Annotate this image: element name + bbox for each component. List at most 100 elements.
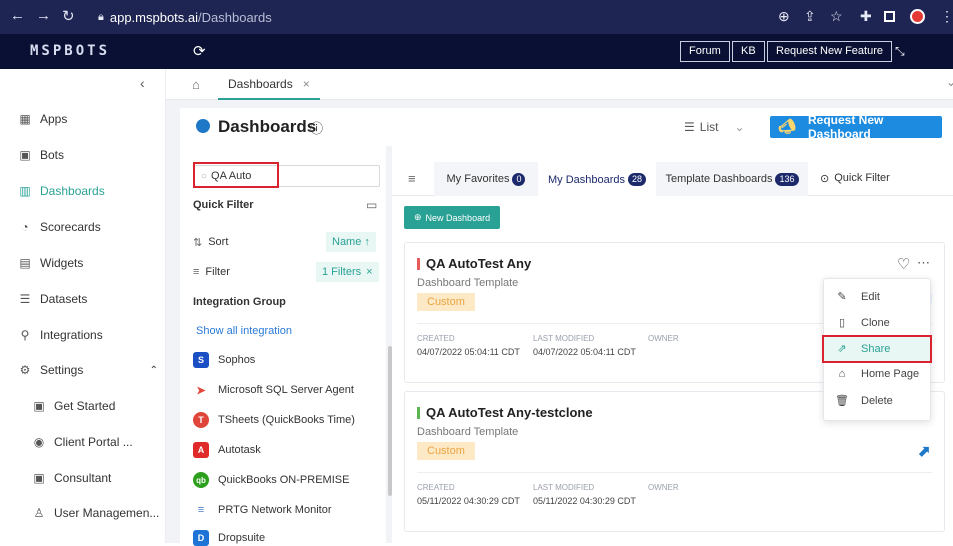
card-tag: Custom	[417, 293, 475, 311]
modified-label: LAST MODIFIED	[533, 334, 595, 343]
sidebar-item-settings[interactable]: ⚙ Settings ⌃	[18, 363, 158, 377]
tab-label: Dashboards	[228, 76, 293, 91]
sidebar-item-client-portal[interactable]: ◉ Client Portal ...	[32, 435, 133, 449]
sophos-icon: S	[193, 352, 209, 368]
user-management-icon: ♙	[33, 506, 45, 520]
forward-icon[interactable]: →	[36, 7, 51, 24]
profile-avatar[interactable]	[910, 9, 925, 24]
sidebar-item-get-started[interactable]: ▣ Get Started	[32, 399, 115, 413]
window-icon[interactable]	[884, 11, 895, 22]
quick-filter-label: Quick Filter	[834, 172, 890, 184]
chevron-down-icon: ⌄	[734, 120, 745, 134]
share-highlight-box	[822, 335, 932, 363]
dropsuite-icon: D	[193, 530, 209, 546]
integration-item-tsheets[interactable]: T TSheets (QuickBooks Time)	[193, 412, 355, 428]
sidebar-item-user-management[interactable]: ♙ User Managemen...	[32, 506, 160, 520]
collapse-icon[interactable]: ‹	[140, 75, 145, 91]
sync-icon[interactable]: ⟳	[193, 42, 206, 60]
sidebar-item-apps[interactable]: ▦ Apps	[18, 112, 67, 126]
scorecards-icon: ◔	[21, 220, 29, 234]
integration-item-dropsuite[interactable]: D Dropsuite	[193, 530, 265, 546]
help-icon[interactable]: ⓘ	[310, 118, 323, 137]
quick-filter-icon: ⊙	[820, 173, 830, 185]
created-value: 05/11/2022 04:30:29 CDT	[417, 496, 520, 506]
bookmark-star-icon[interactable]: ☆	[830, 8, 843, 25]
pencil-icon: ✎	[837, 291, 847, 303]
show-all-integration-link[interactable]: Show all integration	[196, 325, 292, 337]
menu-item-home-page[interactable]: ⌂ Home Page	[835, 368, 919, 380]
clear-filter-icon[interactable]: ×	[366, 262, 372, 282]
menu-label: Home Page	[861, 368, 920, 380]
request-new-dashboard-button[interactable]: 📣︎ Request New Dashboard	[770, 113, 942, 141]
new-dashboard-button[interactable]: ⊕ New Dashboard	[404, 206, 501, 229]
integration-item-sophos[interactable]: S Sophos	[193, 352, 255, 368]
integration-item-quickbooks[interactable]: qb QuickBooks ON-PREMISE	[193, 472, 349, 488]
tab-label: Template Dashboards	[665, 173, 773, 185]
chevron-up-icon: ⌃	[149, 364, 158, 376]
integration-name: PRTG Network Monitor	[218, 504, 332, 516]
sidebar-item-bots[interactable]: ▣ Bots	[18, 148, 64, 162]
database-icon	[196, 119, 210, 133]
integration-item-prtg[interactable]: ≡ PRTG Network Monitor	[193, 502, 332, 518]
heart-icon[interactable]: ♡	[897, 255, 910, 273]
menu-label: Clone	[861, 316, 890, 329]
address-bar[interactable]: 🔒︎ app.mspbots.ai/Dashboards	[88, 5, 818, 29]
integration-item-mssql[interactable]: ➤ Microsoft SQL Server Agent	[193, 382, 354, 398]
close-icon[interactable]: ×	[303, 77, 310, 91]
plus-icon: ⊕	[414, 212, 422, 222]
sidebar-item-dashboards[interactable]: ▥ Dashboards	[18, 184, 104, 198]
quick-filter-title: Quick Filter	[193, 199, 254, 211]
more-options-icon[interactable]: ⋯	[917, 255, 930, 271]
integration-item-autotask[interactable]: A Autotask	[193, 442, 261, 458]
sidebar-item-label: Apps	[40, 112, 68, 126]
integration-name: TSheets (QuickBooks Time)	[218, 414, 355, 426]
home-icon[interactable]: ⌂	[192, 77, 200, 92]
sidebar-item-consultant[interactable]: ▣ Consultant	[32, 471, 111, 485]
integration-name: Sophos	[218, 354, 256, 366]
sidebar-item-datasets[interactable]: ☰ Datasets	[18, 292, 88, 306]
card-title[interactable]: QA AutoTest Any-testclone	[426, 405, 593, 420]
quickbooks-icon: qb	[193, 472, 209, 488]
menu-dots-icon[interactable]: ⋮	[940, 8, 953, 25]
app-header: MSPBOTS ⟳ Forum KB Request New Feature ⤡	[0, 34, 953, 69]
datasets-icon: ☰	[19, 292, 31, 306]
sort-value-chip[interactable]: Name ↑	[326, 232, 376, 252]
sidebar-item-label: User Managemen...	[54, 506, 160, 520]
menu-icon[interactable]: ≡	[408, 171, 416, 186]
filter-value-chip[interactable]: 1 Filters ×	[316, 262, 379, 282]
kb-button[interactable]: KB	[732, 41, 765, 62]
chevron-down-icon[interactable]: ⌄	[946, 75, 953, 89]
sidebar-item-scorecards[interactable]: ◔ Scorecards	[18, 220, 100, 234]
menu-item-edit[interactable]: ✎ Edit	[835, 290, 880, 304]
tab-my-dashboards[interactable]: My Dashboards 28	[538, 162, 656, 197]
tab-my-favorites[interactable]: My Favorites 0	[434, 162, 538, 196]
filter-row: ≡ Filter	[193, 266, 230, 278]
card-accent	[417, 258, 420, 270]
extensions-icon[interactable]: ✚	[860, 8, 872, 25]
reload-icon[interactable]: ↻	[62, 7, 75, 25]
forum-button[interactable]: Forum	[680, 41, 730, 62]
trash-icon: 🗑︎	[835, 395, 849, 407]
share-page-icon[interactable]: ⇪	[804, 8, 816, 25]
fullscreen-icon[interactable]: ⤡	[895, 44, 905, 59]
integration-name: Microsoft SQL Server Agent	[218, 384, 354, 396]
sidebar-item-integrations[interactable]: ⚲ Integrations	[18, 328, 103, 342]
save-icon[interactable]: ▭	[366, 198, 377, 212]
lock-icon: 🔒︎	[98, 10, 104, 23]
search-highlight-box	[193, 162, 279, 188]
tab-template-dashboards[interactable]: Template Dashboards 136	[656, 162, 808, 196]
card-title[interactable]: QA AutoTest Any	[426, 256, 531, 271]
sidebar-item-widgets[interactable]: ▤ Widgets	[18, 256, 83, 270]
menu-item-clone[interactable]: ▯ Clone	[835, 316, 890, 330]
quick-filter-toggle[interactable]: ⊙ Quick Filter	[820, 172, 890, 185]
view-mode-select[interactable]: ☰ List ⌄	[684, 120, 745, 134]
zoom-icon[interactable]: ⊕	[778, 8, 790, 25]
consultant-icon: ▣	[33, 471, 45, 485]
tab-dashboards[interactable]: Dashboards ×	[218, 69, 320, 100]
request-feature-button[interactable]: Request New Feature	[767, 41, 892, 62]
menu-edge: |	[930, 293, 933, 304]
menu-item-delete[interactable]: 🗑︎ Delete	[835, 394, 893, 408]
back-icon[interactable]: ←	[10, 7, 25, 24]
count-badge: 0	[512, 172, 526, 186]
dashboards-icon: ▥	[19, 184, 31, 198]
